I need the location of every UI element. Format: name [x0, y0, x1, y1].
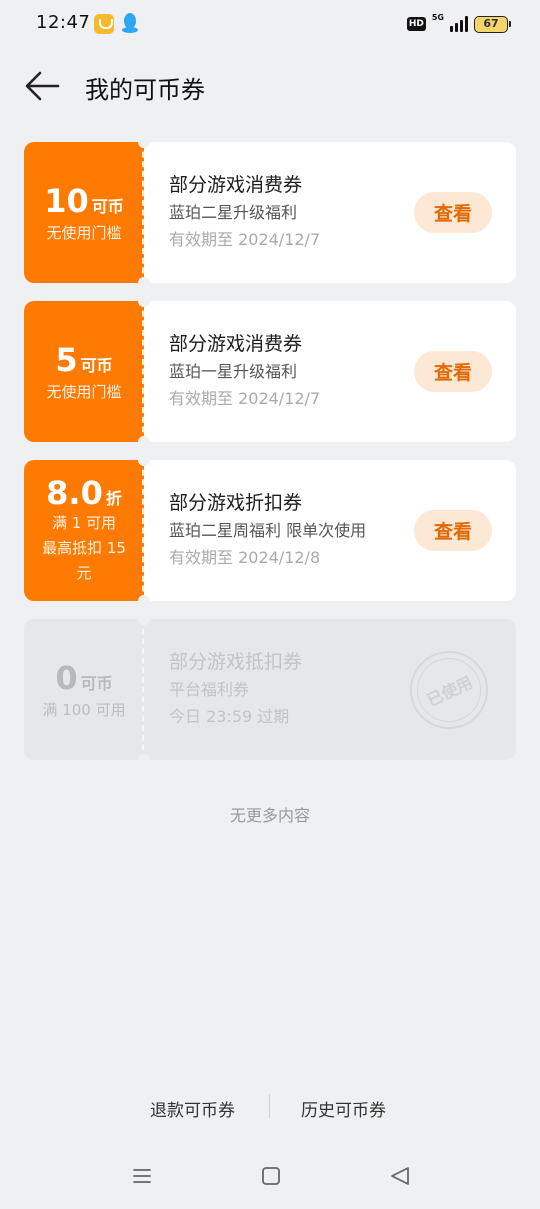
- status-time: 12:47: [36, 12, 91, 33]
- menu-button[interactable]: [128, 1162, 156, 1190]
- network-label: 5G: [431, 13, 444, 22]
- system-nav-bar: [0, 1150, 540, 1200]
- app-badge-icon: [94, 14, 114, 34]
- coupon-condition: 无使用门槛: [46, 382, 122, 401]
- coupon-value-panel: 0 可币 满 100 可用: [24, 619, 144, 760]
- coupon-desc: 蓝珀一星升级福利: [169, 362, 298, 381]
- notch: [138, 436, 150, 442]
- perforation-divider: [142, 301, 146, 442]
- coupon-condition-line: 元: [76, 564, 92, 582]
- view-button[interactable]: 查看: [414, 192, 492, 233]
- coupon-expiry: 有效期至 2024/12/7: [169, 389, 321, 408]
- signal-icon: [450, 16, 468, 32]
- no-more-text: 无更多内容: [229, 806, 310, 825]
- coupon-expiry: 有效期至 2024/12/8: [169, 548, 321, 567]
- coupon-value: 8.0: [46, 474, 103, 512]
- used-stamp-icon: 已使用: [410, 651, 488, 729]
- home-button[interactable]: [257, 1162, 285, 1190]
- coupon-desc: 蓝珀二星周福利 限单次使用: [169, 521, 367, 540]
- notch: [138, 754, 150, 760]
- coupon-value-panel: 8.0 折 满 1 可用 最高抵扣 15 元: [24, 460, 144, 601]
- coupon-unit: 可币: [80, 673, 113, 693]
- used-stamp-label: 已使用: [423, 672, 476, 711]
- arrow-left-icon: [25, 71, 60, 101]
- coupon-card[interactable]: 5 可币 无使用门槛 部分游戏消费券 蓝珀一星升级福利 有效期至 2024/12…: [24, 301, 516, 442]
- status-bar: 12:47 HD 5G 67: [0, 0, 540, 48]
- coupon-info: 部分游戏折扣券 蓝珀二星周福利 限单次使用 有效期至 2024/12/8: [169, 490, 406, 569]
- back-button[interactable]: [22, 68, 62, 104]
- coupon-value: 0: [55, 658, 78, 697]
- coupon-unit: 可币: [80, 355, 113, 375]
- status-right: HD 5G 67: [406, 13, 511, 34]
- hd-icon: HD: [406, 17, 426, 31]
- coupon-title: 部分游戏消费券: [169, 174, 303, 196]
- notch: [138, 277, 150, 283]
- menu-icon: [133, 1169, 151, 1183]
- coupon-value-panel: 10 可币 无使用门槛: [24, 142, 144, 283]
- coupon-expiry: 今日 23:59 过期: [169, 707, 290, 726]
- perforation-divider: [142, 619, 146, 760]
- coupon-desc: 平台福利券: [169, 680, 250, 699]
- coupon-condition-line: 最高抵扣 15: [42, 539, 126, 557]
- coupon-condition-line: 满 1 可用: [51, 514, 117, 532]
- footer-links: 退款可币券 历史可币券: [0, 1094, 540, 1122]
- coupon-card[interactable]: 10 可币 无使用门槛 部分游戏消费券 蓝珀二星升级福利 有效期至 2024/1…: [24, 142, 516, 283]
- view-button[interactable]: 查看: [414, 510, 492, 551]
- footer-divider: [269, 1094, 270, 1118]
- coupon-title: 部分游戏抵扣券: [169, 651, 303, 673]
- coupon-info: 部分游戏抵扣券 平台福利券 今日 23:59 过期: [169, 649, 406, 728]
- coupon-card-used: 0 可币 满 100 可用 部分游戏抵扣券 平台福利券 今日 23:59 过期 …: [24, 619, 516, 760]
- home-icon: [262, 1167, 280, 1185]
- perforation-divider: [142, 142, 146, 283]
- page-title: 我的可币券: [85, 76, 205, 104]
- notch: [138, 595, 150, 601]
- perforation-divider: [142, 460, 146, 601]
- back-triangle-icon: [391, 1167, 409, 1185]
- coupon-info: 部分游戏消费券 蓝珀二星升级福利 有效期至 2024/12/7: [169, 172, 406, 251]
- history-coupons-link[interactable]: 历史可币券: [301, 1096, 386, 1121]
- coupon-unit: 折: [105, 489, 122, 508]
- coupon-value-panel: 5 可币 无使用门槛: [24, 301, 144, 442]
- system-back-button[interactable]: [386, 1162, 414, 1190]
- qq-icon: [122, 13, 138, 33]
- coupon-title: 部分游戏消费券: [169, 333, 303, 355]
- view-button[interactable]: 查看: [414, 351, 492, 392]
- coupon-unit: 可币: [91, 196, 124, 216]
- coupon-title: 部分游戏折扣券: [169, 492, 303, 514]
- coupon-condition: 满 100 可用: [42, 700, 126, 719]
- coupon-desc: 蓝珀二星升级福利: [169, 203, 298, 222]
- coupon-condition: 无使用门槛: [46, 223, 122, 242]
- coupon-value: 5: [55, 340, 78, 379]
- battery-icon: 67: [474, 15, 511, 33]
- coupon-expiry: 有效期至 2024/12/7: [169, 230, 321, 249]
- coupon-value: 10: [44, 181, 89, 220]
- coupon-card[interactable]: 8.0 折 满 1 可用 最高抵扣 15 元 部分游戏折扣券 蓝珀二星周福利 限…: [24, 460, 516, 601]
- refund-coupons-link[interactable]: 退款可币券: [150, 1096, 235, 1121]
- coupon-info: 部分游戏消费券 蓝珀一星升级福利 有效期至 2024/12/7: [169, 331, 406, 410]
